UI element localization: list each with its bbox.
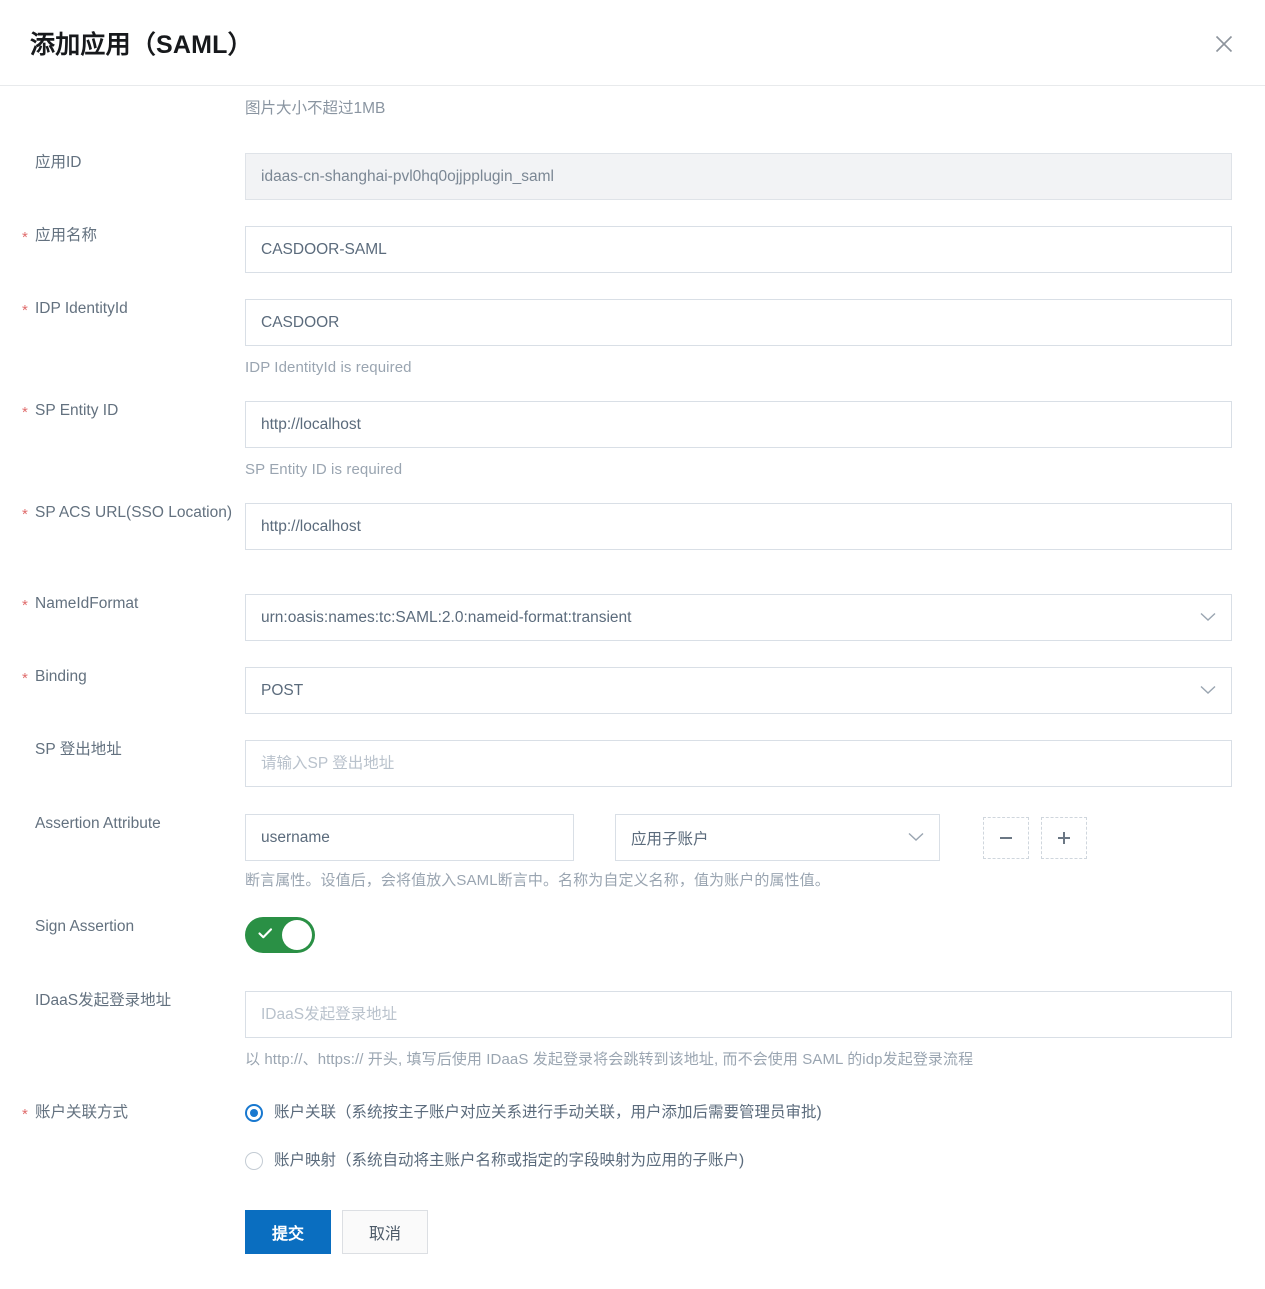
label-sign-assertion-text: Sign Assertion (35, 918, 135, 935)
row-idp-identity-id: * IDP IdentityId IDP IdentityId is requi… (0, 273, 1265, 379)
idaas-login-url-helper: 以 http://、https:// 开头, 填写后使用 IDaaS 发起登录将… (245, 1051, 974, 1068)
page-title: 添加应用（SAML） (30, 30, 253, 59)
label-idaas-login-url: IDaaS发起登录地址 (0, 991, 245, 1011)
binding-value[interactable] (245, 667, 1232, 714)
label-account-link-mode: * 账户关联方式 (0, 1103, 245, 1123)
row-sp-entity-id: * SP Entity ID SP Entity ID is required (0, 379, 1265, 481)
radio-icon-account-mapping[interactable] (245, 1152, 263, 1170)
label-upload-hint (0, 98, 245, 118)
close-icon[interactable] (1207, 27, 1241, 61)
label-sp-acs-url-text: SP ACS URL(SSO Location) (35, 504, 232, 521)
nameid-format-value[interactable] (245, 594, 1232, 641)
idaas-login-url-input[interactable] (245, 991, 1232, 1038)
assertion-attribute-type-value[interactable] (615, 814, 940, 861)
app-name-input[interactable] (245, 226, 1232, 273)
submit-button[interactable]: 提交 (245, 1210, 331, 1254)
assertion-attribute-type-select[interactable] (615, 814, 940, 861)
row-binding: * Binding (0, 641, 1265, 714)
label-binding: * Binding (0, 667, 245, 687)
idp-identity-id-input[interactable] (245, 299, 1232, 346)
nameid-format-select[interactable] (245, 594, 1232, 641)
assertion-attribute-name-input[interactable] (245, 814, 574, 861)
modal-body: 图片大小不超过1MB 应用ID * 应用名称 * IDP IdentityId … (0, 86, 1265, 1254)
label-app-name-text: 应用名称 (35, 227, 98, 244)
radio-label-account-mapping: 账户映射（系统自动将主账户名称或指定的字段映射为应用的子账户) (274, 1152, 745, 1169)
label-idaas-login-url-text: IDaaS发起登录地址 (35, 992, 172, 1009)
label-app-id: 应用ID (0, 153, 245, 173)
check-icon (258, 927, 273, 945)
label-idp-identity-id: * IDP IdentityId (0, 299, 245, 319)
required-star: * (22, 229, 28, 246)
row-assertion-attribute: Assertion Attribute username 应用子账户 断言属性。… (0, 787, 1265, 892)
label-nameid-format: * NameIdFormat (0, 594, 245, 614)
remove-attribute-button[interactable] (983, 816, 1029, 859)
assertion-attribute-helper: 断言属性。设值后，会将值放入SAML断言中。名称为自定义名称，值为账户的属性值。 (245, 872, 830, 889)
label-assertion-attribute-text: Assertion Attribute (35, 815, 161, 832)
required-star: * (22, 302, 28, 319)
label-sp-logout-url: SP 登出地址 (0, 740, 245, 760)
modal-header: 添加应用（SAML） (0, 0, 1265, 86)
row-actions: 提交 取消 (0, 1171, 1265, 1254)
idp-identity-id-error: IDP IdentityId is required (245, 359, 412, 376)
label-app-name: * 应用名称 (0, 226, 245, 246)
label-sp-entity-id-text: SP Entity ID (35, 402, 119, 419)
row-nameid-format: * NameIdFormat (0, 550, 1265, 641)
required-star: * (22, 506, 28, 523)
binding-select[interactable] (245, 667, 1232, 714)
app-id-input (245, 153, 1232, 200)
label-idp-identity-id-text: IDP IdentityId (35, 300, 128, 317)
label-sp-acs-url: * SP ACS URL(SSO Location) (0, 503, 245, 523)
row-upload-hint: 图片大小不超过1MB (0, 86, 1265, 120)
add-attribute-button[interactable] (1041, 816, 1087, 859)
upload-hint-text: 图片大小不超过1MB (245, 100, 386, 117)
sp-entity-id-input[interactable] (245, 401, 1232, 448)
label-sp-logout-url-text: SP 登出地址 (35, 741, 122, 758)
row-sp-logout-url: SP 登出地址 (0, 714, 1265, 787)
row-app-name: * 应用名称 (0, 200, 1265, 273)
row-sign-assertion: Sign Assertion (0, 892, 1265, 958)
action-buttons: 提交 取消 (245, 1210, 1232, 1254)
cancel-button[interactable]: 取消 (342, 1210, 428, 1254)
radio-option-account-link[interactable]: 账户关联（系统按主子账户对应关系进行手动关联，用户添加后需要管理员审批) (245, 1103, 1232, 1123)
label-sp-entity-id: * SP Entity ID (0, 401, 245, 421)
label-binding-text: Binding (35, 668, 87, 685)
required-star: * (22, 404, 28, 421)
assertion-attribute-line (245, 814, 1232, 861)
row-app-id: 应用ID (0, 120, 1265, 200)
radio-icon-account-link[interactable] (245, 1104, 263, 1122)
radio-label-account-link: 账户关联（系统按主子账户对应关系进行手动关联，用户添加后需要管理员审批) (274, 1104, 822, 1121)
label-nameid-format-text: NameIdFormat (35, 595, 139, 612)
row-sp-acs-url: * SP ACS URL(SSO Location) (0, 481, 1265, 550)
label-actions-spacer (0, 1210, 245, 1230)
sp-entity-id-error: SP Entity ID is required (245, 461, 403, 478)
required-star: * (22, 670, 28, 687)
label-assertion-attribute: Assertion Attribute (0, 814, 245, 834)
required-star: * (22, 1106, 28, 1123)
required-star: * (22, 597, 28, 614)
row-account-link-mode: * 账户关联方式 账户关联（系统按主子账户对应关系进行手动关联，用户添加后需要管… (0, 1071, 1265, 1171)
sp-acs-url-input[interactable] (245, 503, 1232, 550)
radio-option-account-mapping[interactable]: 账户映射（系统自动将主账户名称或指定的字段映射为应用的子账户) (245, 1151, 1232, 1171)
label-sign-assertion: Sign Assertion (0, 917, 245, 937)
label-account-link-mode-text: 账户关联方式 (35, 1104, 129, 1121)
sign-assertion-toggle[interactable] (245, 917, 315, 953)
label-app-id-text: 应用ID (35, 154, 82, 171)
row-idaas-login-url: IDaaS发起登录地址 以 http://、https:// 开头, 填写后使用… (0, 958, 1265, 1071)
toggle-knob (282, 920, 312, 950)
sp-logout-url-input[interactable] (245, 740, 1232, 787)
